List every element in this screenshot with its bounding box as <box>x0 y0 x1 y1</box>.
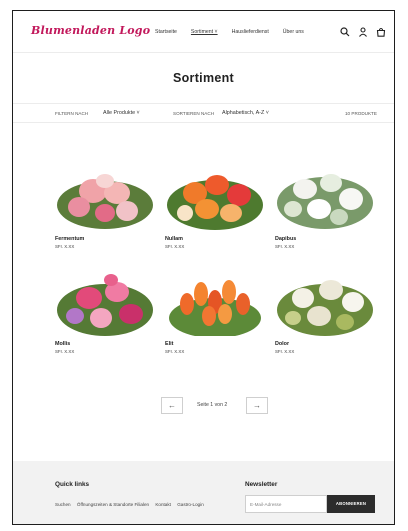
product-card[interactable]: Elit SFr. X.XX <box>165 268 265 354</box>
product-price: SFr. X.XX <box>275 349 295 354</box>
nav-item-ueber-uns[interactable]: Über uns <box>283 29 304 35</box>
product-name[interactable]: Dolor <box>275 341 375 347</box>
newsletter-title: Newsletter <box>245 481 278 488</box>
product-name[interactable]: Nullam <box>165 236 265 242</box>
footer-link-oeffnungszeiten[interactable]: Öffnungszeiten & Standorte Filialen <box>77 502 149 507</box>
sort-select[interactable]: Alphabetisch, A-Z ˅ <box>222 110 269 116</box>
product-price: SFr. X.XX <box>165 349 185 354</box>
product-card[interactable]: Dolor SFr. X.XX <box>275 268 375 354</box>
site-footer: Quick links Suchen Öffnungszeiten & Stan… <box>13 461 394 524</box>
filter-label: FILTERN NACH <box>55 111 89 116</box>
header-icons <box>340 24 386 37</box>
footer-link-gastro-login[interactable]: Gastro-Login <box>177 502 204 507</box>
product-price: SFr. X.XX <box>55 244 75 249</box>
quick-links-title: Quick links <box>55 481 90 488</box>
site-header: Blumenladen Logo Startseite Sortiment ˅ … <box>13 11 394 53</box>
product-image[interactable] <box>55 268 155 336</box>
pagination: ← Seite 1 von 2 → <box>13 397 394 415</box>
product-name[interactable]: Dapibus <box>275 236 375 242</box>
product-price: SFr. X.XX <box>275 244 295 249</box>
sort-label: SORTIEREN NACH <box>173 111 215 116</box>
product-card[interactable]: Mollis SFr. X.XX <box>55 268 155 354</box>
main-nav: Startseite Sortiment ˅ Hauslieferdienst … <box>155 29 318 35</box>
product-card[interactable]: Nullam SFr. X.XX <box>165 163 265 249</box>
product-image[interactable] <box>275 268 375 336</box>
product-card[interactable]: Fermentum SFr. X.XX <box>55 163 155 249</box>
prev-page-button[interactable]: ← <box>161 397 183 414</box>
filter-select[interactable]: Alle Produkte ˅ <box>103 110 140 116</box>
product-image[interactable] <box>55 163 155 231</box>
page-frame: Blumenladen Logo Startseite Sortiment ˅ … <box>12 10 395 525</box>
cart-icon[interactable] <box>376 24 386 37</box>
product-card[interactable]: Dapibus SFr. X.XX <box>275 163 375 249</box>
product-image[interactable] <box>165 163 265 231</box>
footer-link-kontakt[interactable]: Kontakt <box>155 502 171 507</box>
product-name[interactable]: Fermentum <box>55 236 155 242</box>
nav-item-sortiment[interactable]: Sortiment ˅ <box>191 29 218 35</box>
newsletter-email-input[interactable]: E-Mail-Adresse <box>245 495 327 513</box>
quick-links: Suchen Öffnungszeiten & Standorte Filial… <box>55 502 209 507</box>
search-icon[interactable] <box>340 24 350 37</box>
product-price: SFr. X.XX <box>165 244 185 249</box>
product-count: 10 PRODUKTE <box>345 111 377 116</box>
nav-item-hauslieferdienst[interactable]: Hauslieferdienst <box>232 29 269 35</box>
nav-item-startseite[interactable]: Startseite <box>155 29 177 35</box>
page-indicator: Seite 1 von 2 <box>197 402 228 408</box>
site-logo[interactable]: Blumenladen Logo <box>31 24 150 37</box>
footer-link-suchen[interactable]: Suchen <box>55 502 71 507</box>
product-name[interactable]: Elit <box>165 341 265 347</box>
filter-bar: FILTERN NACH Alle Produkte ˅ SORTIEREN N… <box>13 103 394 123</box>
product-image[interactable] <box>165 268 265 336</box>
account-icon[interactable] <box>358 24 368 37</box>
subscribe-button[interactable]: ABONNIEREN <box>327 495 375 513</box>
page-title: Sortiment <box>172 71 235 85</box>
next-page-button[interactable]: → <box>246 397 268 414</box>
product-price: SFr. X.XX <box>55 349 75 354</box>
product-image[interactable] <box>275 163 375 231</box>
product-name[interactable]: Mollis <box>55 341 155 347</box>
